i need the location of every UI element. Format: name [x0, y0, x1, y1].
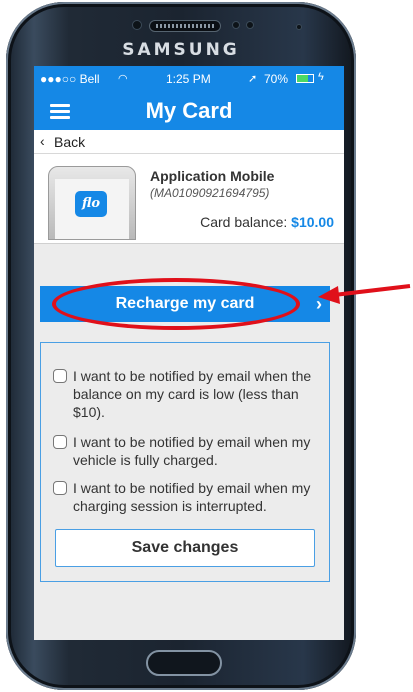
card-balance: Card balance: $10.00	[200, 214, 334, 230]
camera-dot	[296, 24, 302, 30]
app-screen: ●●●○○ Bell ◠ 1:25 PM ➚ 70% ϟ My Card ‹ B…	[34, 66, 344, 640]
flo-logo-icon: flo	[75, 191, 107, 217]
page-title: My Card	[145, 98, 233, 123]
checkbox[interactable]	[53, 435, 67, 449]
nav-bar: My Card	[34, 92, 344, 130]
save-changes-button[interactable]: Save changes	[55, 529, 315, 567]
phone-card-image: flo	[48, 166, 136, 240]
location-arrow-icon: ➚	[248, 73, 258, 85]
sensor-dot	[246, 21, 254, 29]
option-fully-charged[interactable]: I want to be notified by email when my v…	[53, 433, 323, 469]
card-id: (MA01090921694795)	[150, 186, 270, 200]
checkbox[interactable]	[53, 481, 67, 495]
home-button[interactable]	[146, 650, 222, 676]
card-name: Application Mobile	[150, 168, 275, 184]
carrier-label: ●●●○○ Bell	[40, 72, 100, 86]
charging-icon: ϟ	[318, 71, 324, 83]
chevron-left-icon: ‹	[40, 133, 45, 149]
wifi-icon: ◠	[118, 73, 128, 85]
option-label: I want to be notified by email when the …	[73, 368, 312, 420]
annotation-arrow-icon	[318, 284, 411, 304]
balance-label: Card balance:	[200, 214, 288, 230]
option-label: I want to be notified by email when my c…	[73, 480, 311, 514]
battery-percent: 70%	[264, 72, 289, 86]
front-camera-dot	[132, 20, 142, 30]
balance-value: $10.00	[291, 214, 334, 230]
annotation-oval	[52, 278, 300, 330]
option-label: I want to be notified by email when my v…	[73, 434, 311, 468]
option-session-interrupted[interactable]: I want to be notified by email when my c…	[53, 479, 323, 515]
checkbox[interactable]	[53, 369, 67, 383]
sensor-dot	[232, 21, 240, 29]
status-bar: ●●●○○ Bell ◠ 1:25 PM ➚ 70% ϟ	[34, 66, 344, 92]
battery-icon	[296, 74, 314, 83]
notification-settings: I want to be notified by email when the …	[40, 342, 330, 582]
earpiece-grille	[149, 20, 221, 32]
card-summary: flo Application Mobile (MA01090921694795…	[34, 154, 344, 244]
back-button[interactable]: ‹ Back	[34, 130, 344, 154]
back-label: Back	[54, 134, 86, 150]
device-brand: SAMSUNG	[122, 40, 240, 60]
clock: 1:25 PM	[166, 72, 211, 86]
option-low-balance[interactable]: I want to be notified by email when the …	[53, 367, 323, 421]
